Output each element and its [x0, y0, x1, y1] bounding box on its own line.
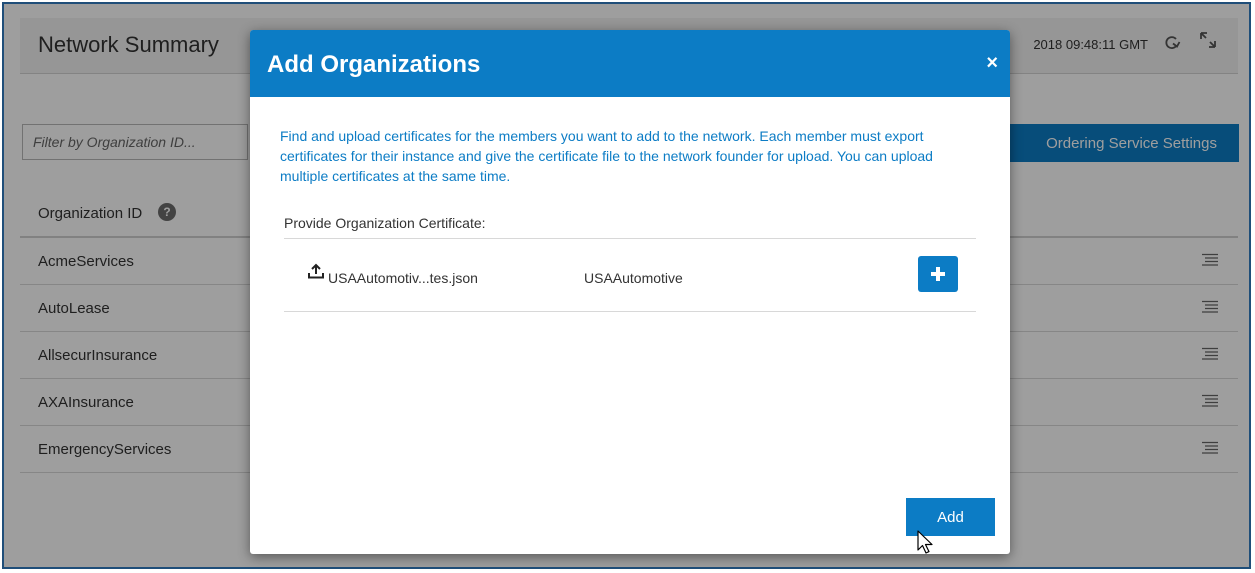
divider	[284, 311, 976, 312]
dialog-description: Find and upload certificates for the mem…	[280, 128, 933, 184]
dialog-title: Add Organizations	[267, 51, 481, 78]
divider	[284, 238, 976, 239]
upload-icon[interactable]	[308, 263, 324, 279]
certificate-file-name: USAAutomotiv...tes.json	[328, 270, 478, 286]
certificate-label: Provide Organization Certificate:	[284, 215, 486, 231]
close-icon[interactable]: ×	[986, 52, 998, 75]
mouse-cursor-icon	[917, 530, 933, 554]
organization-name: USAAutomotive	[584, 270, 683, 286]
dialog-header: Add Organizations ×	[250, 30, 1010, 97]
add-certificate-button[interactable]	[918, 256, 958, 292]
add-organizations-dialog: Add Organizations × Find and upload cert…	[250, 30, 1010, 554]
